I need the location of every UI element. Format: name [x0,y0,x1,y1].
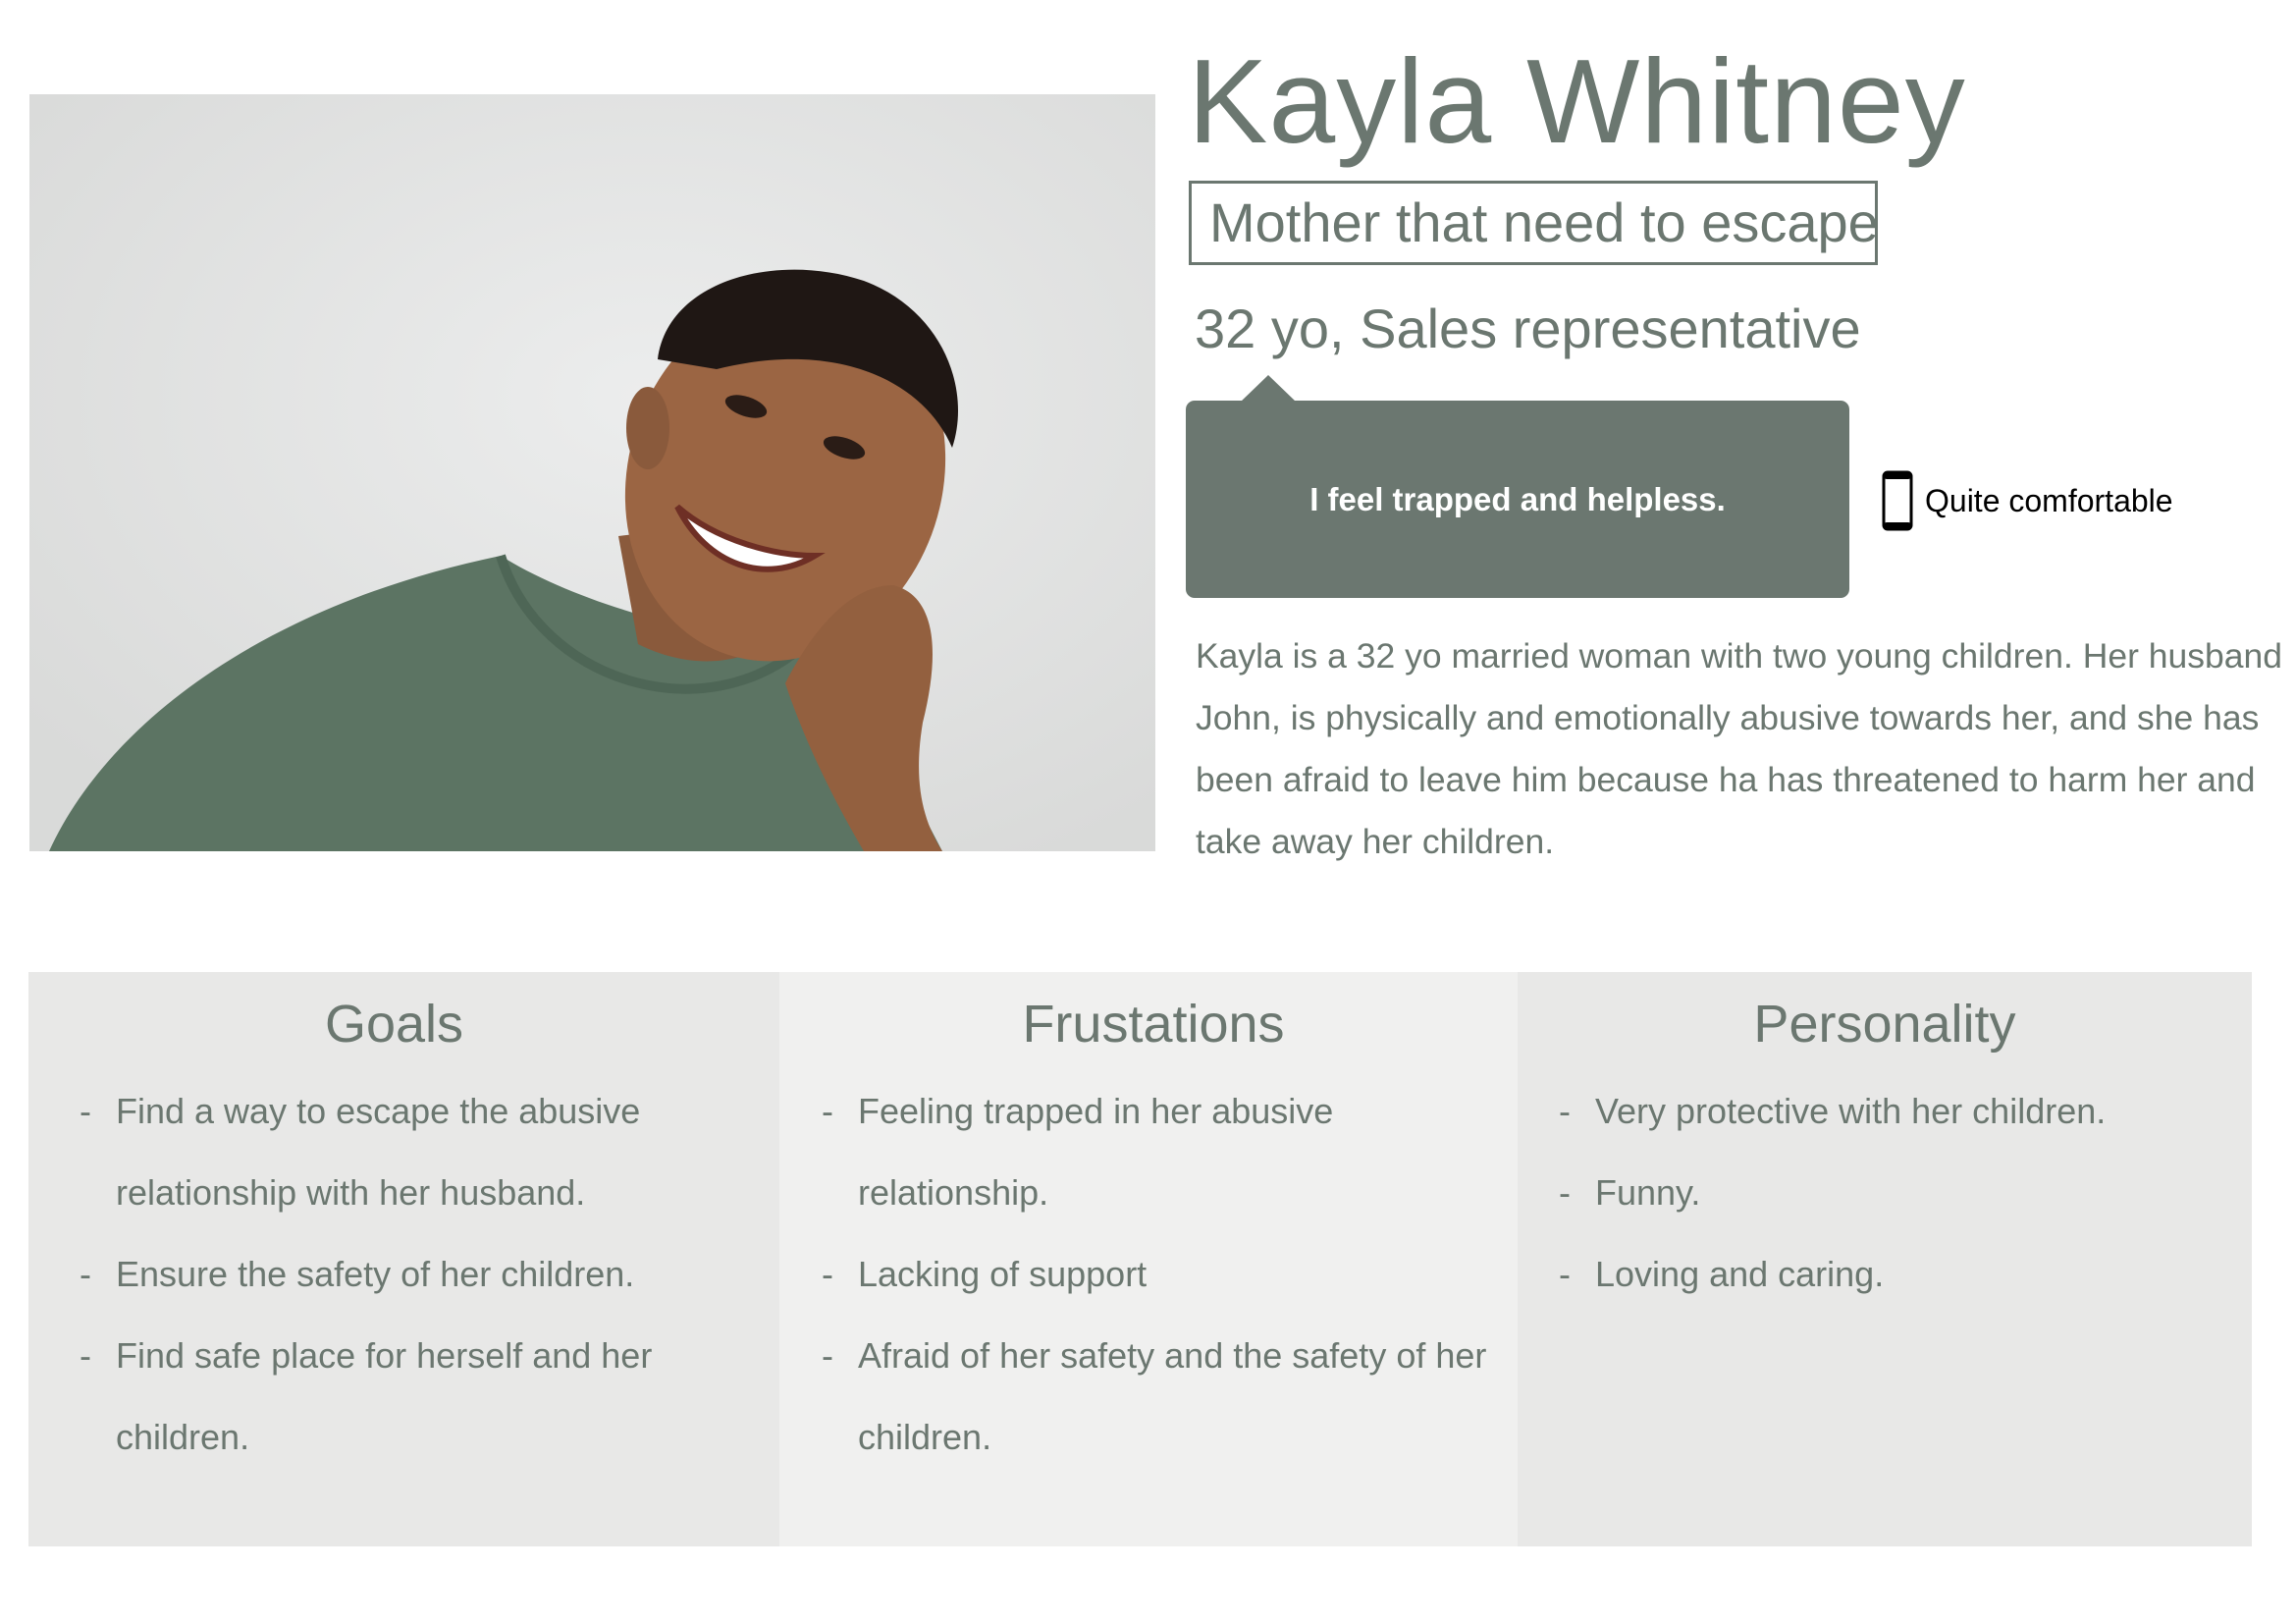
goals-list: - Find a way to escape the abusive relati… [80,1070,750,1478]
list-item: - Loving and caring. [1559,1233,2222,1315]
smartphone-icon [1882,470,1913,531]
dash-bullet: - [822,1335,833,1376]
device-comfort-label: Quite comfortable [1925,482,2173,518]
persona-quote: I feel trapped and helpless. [1309,480,1726,517]
dash-bullet: - [1559,1172,1571,1213]
dash-bullet: - [80,1254,91,1294]
persona-tagline: Mother that need to escape [1209,191,1879,253]
dash-bullet: - [822,1091,833,1131]
persona-tagline-box: Mother that need to escape [1189,181,1879,265]
goals-panel: Goals - Find a way to escape the abusive … [28,972,779,1546]
list-item: - Lacking of support [822,1233,1488,1315]
dash-bullet: - [1559,1254,1571,1294]
frustrations-panel: Frustations - Feeling trapped in her abus… [779,972,1518,1546]
persona-photo [29,94,1155,851]
persona-quote-bubble: I feel trapped and helpless. [1186,375,1849,598]
list-item: - Find a way to escape the abusive relati… [80,1070,750,1233]
dash-bullet: - [80,1335,91,1376]
frustrations-heading: Frustations [1022,995,1285,1054]
personality-heading: Personality [1753,995,2016,1054]
personality-list: - Very protective with her children. - Fun… [1559,1070,2222,1315]
list-item: - Feeling trapped in her abusive relation… [822,1070,1488,1233]
device-comfort: Quite comfortable [1882,469,2173,532]
persona-age-occupation: 32 yo, Sales representative [1195,298,1861,359]
persona-name: Kayla Whitney [1188,34,1966,168]
list-item: - Very protective with her children. [1559,1070,2222,1152]
dash-bullet: - [1559,1091,1571,1131]
persona-portrait-illustration [29,94,1155,851]
personality-panel: Personality - Very protective with her ch… [1518,972,2252,1546]
goals-heading: Goals [324,995,464,1054]
frustrations-list: - Feeling trapped in her abusive relation… [822,1070,1488,1478]
list-item: - Funny. [1559,1152,2222,1233]
list-item: - Ensure the safety of her children. [80,1233,750,1315]
persona-bio: Kayla is a 32 yo married woman with two … [1196,636,2282,861]
list-item: - Find safe place for herself and her chi… [80,1315,750,1478]
list-item: - Afraid of her safety and the safety of … [822,1315,1488,1478]
dash-bullet: - [80,1091,91,1131]
dash-bullet: - [822,1254,833,1294]
